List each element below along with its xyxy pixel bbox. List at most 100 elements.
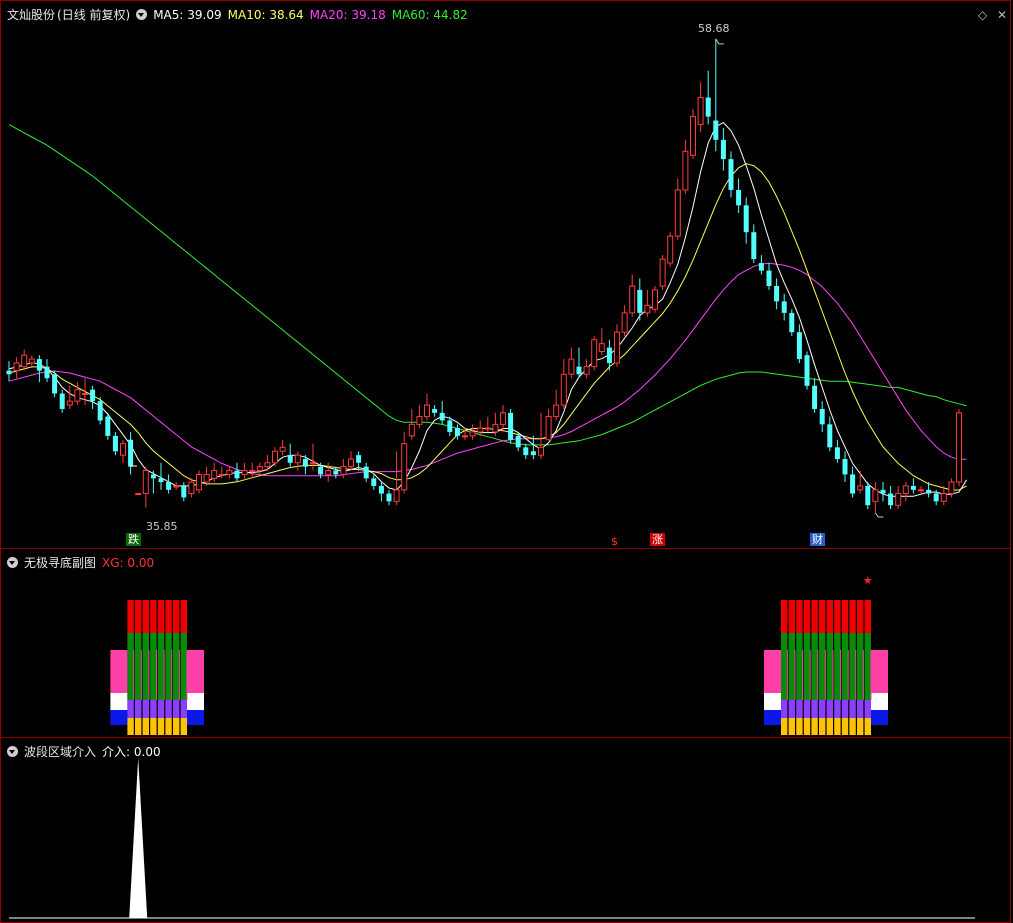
sub1-bar-green-top — [819, 633, 826, 650]
sub1-bar-green — [849, 650, 856, 700]
sub1-bar-green-top — [150, 633, 157, 650]
sub1-bar-red — [841, 600, 849, 633]
sub1-bar-green-top — [803, 633, 811, 650]
sub1-bar-green — [173, 650, 180, 700]
sub1-bar-red — [781, 600, 788, 633]
sub1-bar-red — [796, 600, 803, 633]
low-price-pointer — [875, 512, 884, 518]
sub1-outer-blue — [871, 710, 888, 725]
candle-body — [135, 493, 142, 496]
sub1-bar-red — [849, 600, 856, 633]
sub1-bar-green — [157, 650, 165, 700]
candle-body — [789, 312, 795, 333]
candle-body — [956, 412, 962, 483]
sub1-bar-green-top — [796, 633, 803, 650]
sub1-bar-green-top — [781, 633, 788, 650]
candle-body — [393, 489, 400, 502]
sub1-bar-purple — [142, 700, 149, 718]
candle-body — [371, 478, 377, 486]
sub1-bar-green-top — [127, 633, 134, 650]
sub1-bar-yellow — [127, 718, 134, 735]
candle-body — [819, 408, 825, 425]
candle-body — [469, 431, 476, 437]
candle-body — [553, 404, 560, 418]
candle-body — [66, 400, 73, 406]
sub1-bar-green — [811, 650, 818, 700]
sub1-bar-purple — [135, 700, 142, 718]
sub1-bar-red — [834, 600, 841, 633]
sub1-bar-purple — [796, 700, 803, 718]
sub1-outer-pink — [871, 650, 888, 693]
candle-body — [667, 235, 674, 264]
sub1-bar-purple — [781, 700, 788, 718]
sub1-bar-green-top — [135, 633, 142, 650]
candle-body — [751, 232, 757, 260]
sub1-bar-yellow — [864, 718, 871, 735]
sub1-bar-purple — [150, 700, 157, 718]
candle-body — [637, 289, 643, 313]
sub1-bar-yellow — [811, 718, 818, 735]
sub1-bar-red — [819, 600, 826, 633]
candle-body — [226, 470, 233, 475]
candle-body — [652, 289, 658, 310]
signal-zhang-badge[interactable]: 涨 — [650, 533, 665, 546]
candle-body — [781, 301, 787, 313]
sub1-bar-green-top — [811, 633, 818, 650]
candle-body — [910, 485, 916, 490]
signal-dollar-badge[interactable]: $ — [609, 535, 620, 548]
candle-body — [728, 159, 734, 190]
candle-body — [568, 358, 575, 375]
sub1-bar-red — [826, 600, 833, 633]
candle-body — [340, 466, 347, 475]
candle-body — [940, 493, 947, 502]
candle-body — [279, 446, 286, 452]
sub1-bar-yellow — [180, 718, 187, 735]
candle-body — [888, 493, 894, 506]
sub1-bar-green-top — [180, 633, 187, 650]
chart-canvas[interactable]: ★ — [0, 0, 1013, 923]
sub1-bar-green — [826, 650, 833, 700]
low-price-label: 35.85 — [146, 520, 178, 533]
sub1-bar-green — [834, 650, 841, 700]
sub1-bar-purple — [857, 700, 864, 718]
sub1-bar-purple — [811, 700, 818, 718]
candle-body — [218, 473, 225, 476]
candle-body — [28, 358, 35, 364]
sub1-outer-white — [187, 693, 204, 710]
candle-body — [743, 205, 749, 233]
candle-body — [21, 354, 28, 368]
sub1-bar-green-top — [173, 633, 180, 650]
sub1-bar-purple — [173, 700, 180, 718]
candle-body — [249, 470, 256, 473]
sub1-bar-red — [142, 600, 149, 633]
sub1-bar-red — [857, 600, 864, 633]
high-price-pointer — [715, 38, 724, 45]
candle-body — [401, 443, 408, 491]
candle-body — [6, 370, 12, 375]
sub1-bar-purple — [157, 700, 165, 718]
sub1-bar-green-top — [157, 633, 165, 650]
candle-body — [333, 470, 339, 475]
candle-body — [880, 489, 886, 494]
candle-body — [736, 189, 742, 206]
candle-body — [629, 285, 636, 314]
candle-body — [598, 343, 605, 352]
sub1-bar-green — [803, 650, 811, 700]
candle-body — [173, 485, 180, 488]
candle-body — [211, 470, 218, 479]
signal-cai-badge[interactable]: 财 — [810, 533, 825, 546]
sub1-bar-purple — [841, 700, 849, 718]
candle-body — [827, 424, 833, 448]
sub1-bar-red — [157, 600, 165, 633]
sub1-bar-yellow — [157, 718, 165, 735]
candle-body — [515, 435, 521, 448]
candle-body — [895, 493, 902, 506]
candle-body — [766, 270, 772, 286]
sub1-outer-pink — [187, 650, 204, 693]
signal-die-badge[interactable]: 跌 — [126, 533, 141, 546]
candle-body — [477, 427, 484, 433]
candle-body — [241, 470, 248, 475]
sub1-bar-green-top — [857, 633, 864, 650]
candle-body — [447, 420, 453, 432]
candle-body — [842, 459, 848, 475]
